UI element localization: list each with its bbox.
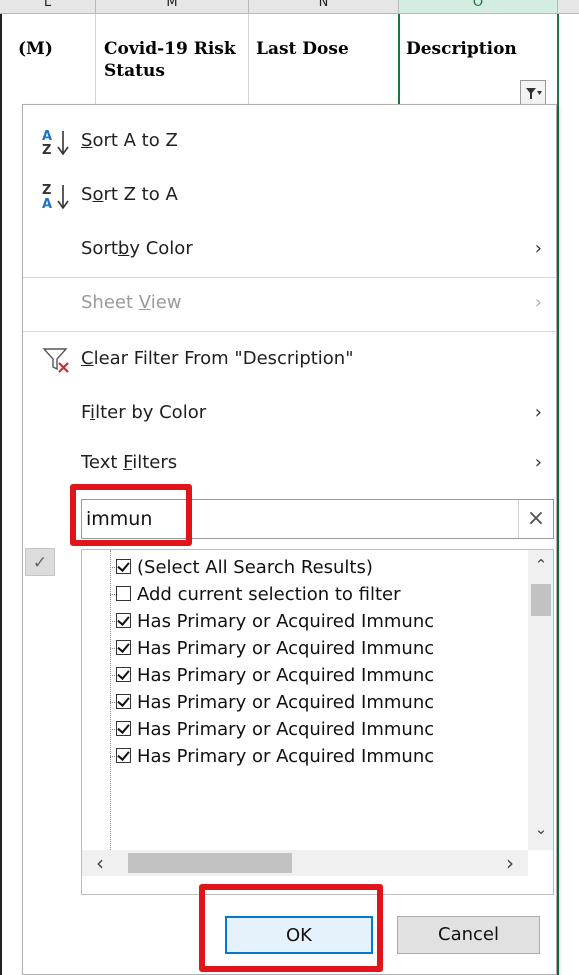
checkbox[interactable] (116, 694, 131, 709)
svg-text:Z: Z (42, 143, 51, 157)
text-filters-item[interactable]: Text Filters › (23, 441, 556, 485)
close-icon: × (526, 506, 546, 531)
svg-text:Z: Z (42, 183, 51, 198)
checkbox[interactable] (116, 667, 131, 682)
list-item[interactable]: Add current selection to filter (104, 581, 524, 608)
check-icon: ✓ (32, 553, 48, 573)
clear-filter-icon (42, 348, 69, 373)
chevron-right-icon: › (534, 402, 542, 423)
checkbox[interactable] (116, 748, 131, 763)
sort-z-to-a-item[interactable]: Z A Sort Z to A (23, 173, 556, 217)
checkbox[interactable] (116, 586, 131, 601)
column-header-o[interactable]: O (399, 0, 557, 14)
column-header-p[interactable] (558, 0, 579, 14)
column-header-n[interactable]: N (249, 0, 398, 14)
list-item[interactable]: Has Primary or Acquired Immunc (104, 635, 524, 662)
list-item[interactable]: Has Primary or Acquired Immunc (104, 608, 524, 635)
svg-text:A: A (42, 197, 52, 211)
header-cell-covid-risk[interactable]: Covid-19 Risk Status (104, 38, 244, 82)
scroll-left-arrow-icon[interactable]: ‹ (90, 853, 110, 873)
vertical-scroll-thumb[interactable] (531, 584, 551, 616)
clear-search-button[interactable]: × (518, 500, 553, 538)
sort-ascending-icon: A Z (42, 129, 69, 157)
column-header-m[interactable]: M (96, 0, 248, 14)
chevron-right-icon: › (534, 292, 542, 313)
ok-button[interactable]: OK (225, 916, 373, 954)
header-cell-last-dose[interactable]: Last Dose (256, 38, 396, 60)
header-cell-l[interactable]: (M) (18, 38, 93, 60)
cancel-button[interactable]: Cancel (397, 916, 540, 954)
clear-filter-item[interactable]: Clear Filter From "Description" (23, 337, 556, 381)
filter-dropdown-menu: A Z Sort A to Z Z A Sort Z to A Sortby C… (22, 104, 557, 975)
list-item[interactable]: Has Primary or Acquired Immunc (104, 716, 524, 743)
chevron-right-icon: › (534, 452, 542, 473)
list-item[interactable]: (Select All Search Results) (104, 554, 524, 581)
svg-text:A: A (42, 129, 52, 144)
checkbox[interactable] (116, 640, 131, 655)
sort-descending-icon: Z A (42, 183, 69, 211)
list-item[interactable]: Has Primary or Acquired Immunc (104, 662, 524, 689)
header-cell-description[interactable]: Description (406, 38, 556, 60)
sort-by-color-item[interactable]: Sortby Color › (23, 227, 556, 271)
scroll-down-arrow-icon[interactable]: ⌄ (528, 820, 553, 838)
checkbox[interactable] (116, 721, 131, 736)
filter-dropdown-button[interactable] (520, 80, 546, 106)
sheet-view-item: Sheet View › (23, 281, 556, 325)
search-highlight-box (70, 484, 192, 546)
checkbox[interactable] (116, 613, 131, 628)
horizontal-scroll-thumb[interactable] (128, 853, 292, 873)
filter-by-color-item[interactable]: Filter by Color › (23, 391, 556, 435)
apply-check-button[interactable]: ✓ (25, 548, 55, 576)
column-header-l[interactable]: L (0, 0, 95, 14)
sort-a-to-z-item[interactable]: A Z Sort A to Z (23, 119, 556, 163)
checkbox[interactable] (116, 559, 131, 574)
list-item[interactable]: Has Primary or Acquired Immunc (104, 743, 524, 770)
chevron-right-icon: › (534, 238, 542, 259)
filter-values-list: (Select All Search Results) Add current … (81, 549, 554, 895)
scroll-up-arrow-icon[interactable]: ⌃ (528, 556, 553, 574)
filter-dropdown-icon (526, 88, 542, 99)
list-item[interactable]: Has Primary or Acquired Immunc (104, 689, 524, 716)
scroll-right-arrow-icon[interactable]: › (500, 853, 520, 873)
